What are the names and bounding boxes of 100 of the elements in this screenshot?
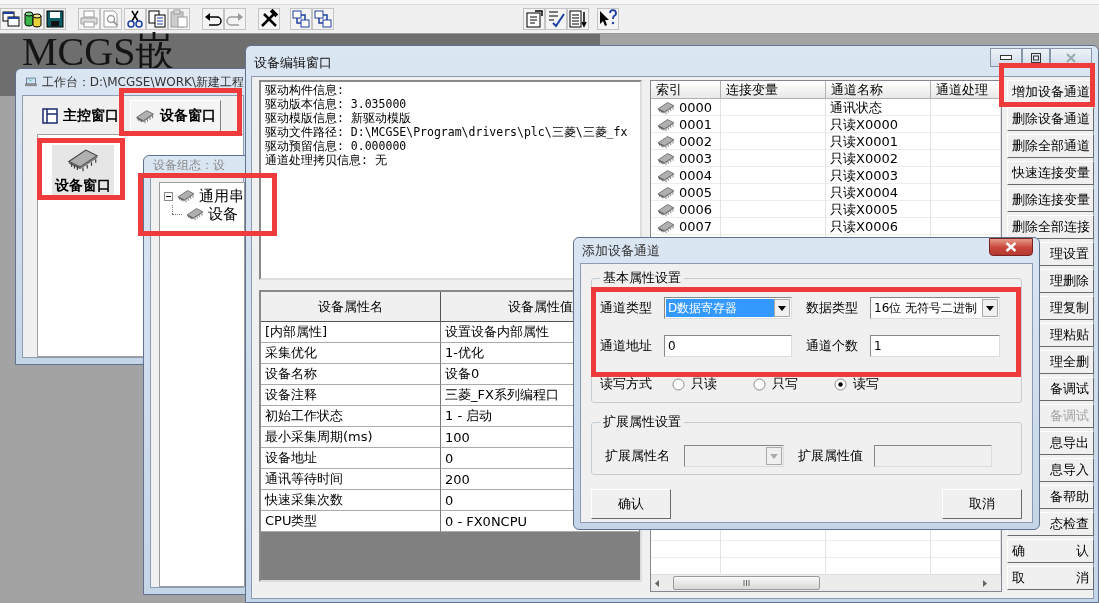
table-cell: 只读X0000 xyxy=(830,115,898,134)
arrow-box-icon[interactable] xyxy=(290,8,312,30)
table-cell: 0003 xyxy=(679,151,713,166)
chip-icon xyxy=(176,189,196,203)
list-icon[interactable] xyxy=(567,8,589,30)
table-cell: 初始工作状态 xyxy=(261,406,441,427)
dropdown-arrow-icon xyxy=(778,305,786,311)
action-button[interactable]: 删除设备通道 xyxy=(1007,107,1094,131)
cut-icon[interactable] xyxy=(124,8,146,30)
close-button[interactable] xyxy=(989,238,1033,256)
dropdown-arrow-icon xyxy=(770,453,778,459)
database-icon[interactable] xyxy=(22,8,44,30)
info-line: 驱动预留信息: 0.000000 xyxy=(265,139,407,153)
help-icon[interactable] xyxy=(597,8,619,30)
chip-icon xyxy=(655,100,677,115)
table-cell: [内部属性] xyxy=(261,322,441,343)
device-item[interactable]: 设备窗口 xyxy=(52,145,114,197)
table-cell: 快速采集次数 xyxy=(261,490,441,511)
column-header[interactable]: 索引 xyxy=(651,81,721,99)
table-cell: 采集优化 xyxy=(261,343,441,364)
copy-icon[interactable] xyxy=(146,8,168,30)
grip-icon xyxy=(743,580,750,586)
table-cell: 0002 xyxy=(679,134,713,149)
workbench-icon xyxy=(25,75,37,89)
radio-button[interactable] xyxy=(834,377,847,391)
chip-icon xyxy=(185,207,205,221)
table-cell: 最小采集周期(ms) xyxy=(261,427,441,448)
chip-icon xyxy=(655,202,677,217)
column-header[interactable]: 通道处理 xyxy=(931,81,1001,99)
window-title: 设备编辑窗口 xyxy=(254,54,332,72)
document-icon[interactable] xyxy=(523,8,545,30)
collapse-icon[interactable] xyxy=(164,191,173,201)
action-button[interactable]: 取 消 xyxy=(1007,566,1094,590)
dialog-title: 添加设备通道 xyxy=(582,241,660,260)
tools-icon[interactable] xyxy=(258,8,280,30)
radio-label: 读写 xyxy=(853,375,879,393)
info-line: 通道处理拷贝信息: 无 xyxy=(265,153,387,167)
tab[interactable]: 设备窗口 xyxy=(130,100,221,132)
field-label: 数据类型 xyxy=(806,299,859,317)
address-field[interactable]: 0 xyxy=(664,335,792,357)
table-cell: 设备名称 xyxy=(261,364,441,385)
close-icon xyxy=(1005,242,1017,252)
windows-icon[interactable] xyxy=(0,8,22,30)
table-cell: 0007 xyxy=(679,219,713,234)
save-icon[interactable] xyxy=(44,8,66,30)
action-button[interactable]: 快速连接变量 xyxy=(1007,161,1094,185)
table-cell: 0006 xyxy=(679,202,713,217)
radio-label: 只读 xyxy=(691,375,717,393)
window-title: 设备组态：设 xyxy=(153,157,225,174)
info-line: 驱动版本信息: 3.035000 xyxy=(265,97,407,111)
field-label: 扩展属性值 xyxy=(798,447,864,465)
tree-item[interactable]: 设备 xyxy=(208,204,238,224)
info-line: 驱动构件信息: xyxy=(265,83,344,97)
table-cell: 通讯状态 xyxy=(830,98,882,117)
table-cell: 通讯等待时间 xyxy=(261,469,441,490)
table-cell: 只读X0006 xyxy=(830,217,898,236)
column-header[interactable]: 通道名称 xyxy=(826,81,931,99)
table-cell: CPU类型 xyxy=(261,511,441,532)
column-header: 设备属性名 xyxy=(261,292,441,322)
radio-label: 只写 xyxy=(772,375,798,393)
radio-button[interactable] xyxy=(753,377,766,391)
table-cell: 只读X0003 xyxy=(830,166,898,185)
table-cell: 0005 xyxy=(679,185,713,200)
checklist-icon[interactable] xyxy=(545,8,567,30)
table-cell: 只读X0002 xyxy=(830,149,898,168)
table-cell: 设备注释 xyxy=(261,385,441,406)
count-field[interactable]: 1 xyxy=(870,335,1000,357)
scroll-thumb[interactable] xyxy=(673,576,820,590)
dropdown-arrow-icon xyxy=(986,305,994,311)
action-button[interactable]: 确 认 xyxy=(1007,539,1094,563)
tree-item[interactable]: 通用串 xyxy=(199,186,244,206)
action-button[interactable]: 删除全部连接 xyxy=(1007,215,1094,239)
column-header[interactable]: 连接变量 xyxy=(721,81,826,99)
action-button[interactable]: 删除全部通道 xyxy=(1007,134,1094,158)
chip-icon xyxy=(135,108,155,124)
table-cell: 只读X0001 xyxy=(830,132,898,151)
chip-icon xyxy=(655,151,677,166)
chip-icon xyxy=(655,185,677,200)
table-cell: 0001 xyxy=(679,117,713,132)
table-cell: 只读X0004 xyxy=(830,183,898,202)
chip-icon xyxy=(655,219,677,234)
info-line: 驱动文件路径: D:\MCGSE\Program\drivers\plc\三菱\三菱_fx xyxy=(265,125,628,139)
dialog-button[interactable]: 取消 xyxy=(942,489,1022,519)
undo-icon[interactable] xyxy=(202,8,224,30)
chip-icon xyxy=(655,134,677,149)
tab[interactable]: 主控窗口 xyxy=(37,100,124,132)
dialog-button[interactable]: 确认 xyxy=(591,489,671,519)
info-line: 驱动模版信息: 新驱动模版 xyxy=(265,111,411,125)
left-arrow-icon[interactable] xyxy=(655,579,659,587)
chip-icon xyxy=(66,147,100,173)
window-title: 工作台：D:\MCGSE\WORK\新建工程 xyxy=(41,73,244,91)
data-type-dropdown[interactable]: 16位 无符号二进制 xyxy=(870,297,1000,319)
chip-icon xyxy=(655,168,677,183)
radio-button[interactable] xyxy=(672,377,685,391)
chip-icon xyxy=(655,117,677,132)
arrow-box-icon[interactable] xyxy=(312,8,334,30)
group-title: 基本属性设置 xyxy=(602,269,682,287)
action-button[interactable]: 删除连接变量 xyxy=(1007,188,1094,212)
right-arrow-icon[interactable] xyxy=(983,579,987,587)
field-label: 通道个数 xyxy=(806,337,859,355)
